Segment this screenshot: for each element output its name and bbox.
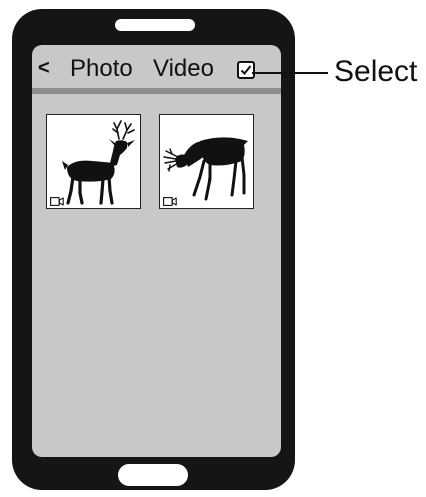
- callout-line: [252, 72, 328, 74]
- video-thumbnail[interactable]: [159, 114, 254, 209]
- select-checkbox[interactable]: [237, 61, 255, 79]
- tab-video[interactable]: Video: [153, 55, 214, 83]
- header-divider: [32, 88, 281, 94]
- phone-speaker: [115, 19, 195, 31]
- grazing-deer-icon: [163, 137, 248, 201]
- standing-deer-icon: [62, 120, 135, 205]
- select-callout-label: Select: [334, 55, 418, 88]
- gallery-header: < Photo Video: [32, 45, 281, 94]
- checkmark-icon: [240, 65, 252, 75]
- video-camera-icon: [163, 197, 177, 206]
- back-button[interactable]: <: [38, 54, 50, 82]
- home-button[interactable]: [118, 464, 188, 486]
- phone-screen: < Photo Video: [32, 45, 281, 457]
- tab-photo[interactable]: Photo: [70, 55, 133, 83]
- video-camera-icon: [50, 197, 64, 206]
- video-thumbnail[interactable]: [46, 114, 141, 209]
- phone-frame: < Photo Video: [12, 9, 295, 490]
